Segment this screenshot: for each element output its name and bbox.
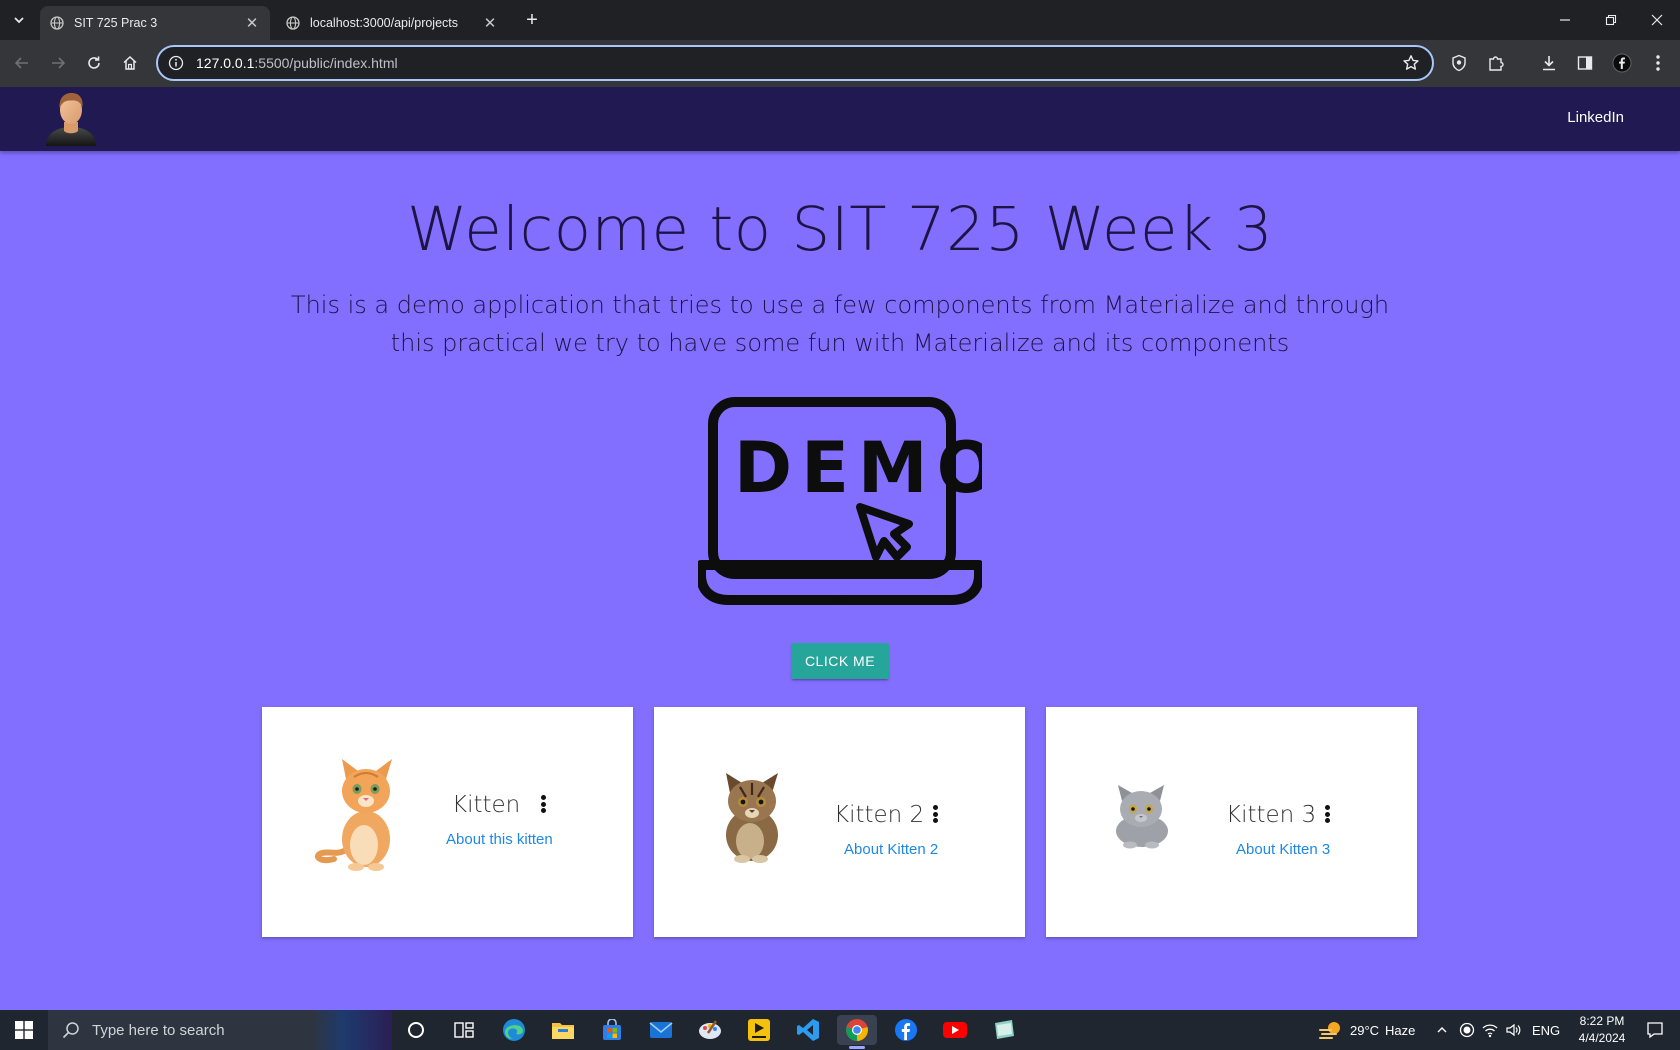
weather-temp: 29°C bbox=[1350, 1022, 1380, 1038]
facebook-icon[interactable] bbox=[886, 1015, 926, 1045]
windows-logo-icon bbox=[15, 1021, 33, 1039]
page-subtitle: This is a demo application that tries to… bbox=[290, 291, 1390, 357]
profile-avatar-icon[interactable] bbox=[1610, 51, 1634, 75]
card-title: Kitten bbox=[452, 792, 521, 818]
tab-close-icon[interactable]: ✕ bbox=[244, 14, 260, 32]
reload-button[interactable] bbox=[79, 48, 109, 78]
weather-desc: Haze bbox=[1385, 1022, 1416, 1038]
site-info-icon[interactable] bbox=[168, 55, 184, 71]
card-title: Kitten 2 bbox=[834, 802, 925, 828]
tab-title: localhost:3000/api/projects bbox=[310, 16, 459, 30]
minimize-button[interactable] bbox=[1542, 0, 1588, 40]
card-more-icon[interactable] bbox=[537, 792, 549, 816]
address-bar[interactable]: 127.0.0.1:5500/public/index.html bbox=[156, 45, 1434, 81]
kitten-card-3: Kitten 3 About Kitten 3 bbox=[1046, 707, 1417, 937]
search-highlight-image bbox=[312, 1010, 392, 1050]
search-placeholder: Type here to search bbox=[92, 1021, 225, 1039]
globe-icon bbox=[50, 16, 64, 30]
forward-button[interactable] bbox=[43, 48, 73, 78]
kitten-card-1: Kitten About this kitten bbox=[262, 707, 633, 937]
media-player-icon[interactable] bbox=[739, 1015, 779, 1045]
home-button[interactable] bbox=[115, 48, 145, 78]
url-host: 127.0.0.1 bbox=[196, 55, 255, 71]
search-icon bbox=[62, 1021, 80, 1039]
tab-title: SIT 725 Prac 3 bbox=[74, 16, 158, 30]
clock-date: 4/4/2024 bbox=[1578, 1031, 1626, 1045]
tab-api-projects[interactable]: localhost:3000/api/projects ✕ bbox=[276, 6, 508, 40]
haze-weather-icon bbox=[1319, 1022, 1340, 1039]
file-explorer-icon[interactable] bbox=[543, 1015, 583, 1045]
side-panel-icon[interactable] bbox=[1573, 51, 1597, 75]
extensions-puzzle-icon[interactable] bbox=[1484, 51, 1508, 75]
card-link[interactable]: About Kitten 3 bbox=[1236, 841, 1330, 858]
microsoft-store-icon[interactable] bbox=[592, 1015, 632, 1045]
restore-button[interactable] bbox=[1588, 0, 1634, 40]
language-indicator[interactable]: ENG bbox=[1532, 1010, 1560, 1050]
mail-icon[interactable] bbox=[641, 1015, 681, 1045]
volume-icon[interactable] bbox=[1505, 1010, 1521, 1050]
cortana-icon[interactable] bbox=[396, 1015, 436, 1045]
kitten-image-tabby bbox=[712, 773, 792, 863]
card-title: Kitten 3 bbox=[1226, 802, 1317, 828]
card-link[interactable]: About Kitten 2 bbox=[844, 841, 938, 858]
download-icon[interactable] bbox=[1537, 51, 1561, 75]
chrome-icon[interactable] bbox=[837, 1015, 877, 1049]
notifications-icon[interactable] bbox=[1646, 1010, 1664, 1050]
show-hidden-icons-chevron[interactable] bbox=[1436, 1010, 1448, 1050]
url-text: 127.0.0.1:5500/public/index.html bbox=[196, 55, 1400, 71]
bookmark-star-icon[interactable] bbox=[1400, 52, 1422, 74]
notes-app-icon[interactable] bbox=[984, 1015, 1024, 1045]
menu-kebab-icon[interactable] bbox=[1646, 51, 1670, 75]
site-navbar: LinkedIn bbox=[0, 87, 1680, 151]
card-link[interactable]: About this kitten bbox=[446, 831, 553, 848]
windows-taskbar: Type here to search 29°C Haze ENG 8:22 P… bbox=[0, 1010, 1680, 1050]
tab-search-icon[interactable] bbox=[8, 9, 30, 31]
weather-widget[interactable]: 29°C Haze bbox=[1318, 1010, 1415, 1050]
clock-time: 8:22 PM bbox=[1579, 1014, 1625, 1028]
tab-close-icon[interactable]: ✕ bbox=[482, 14, 498, 32]
taskbar-search[interactable]: Type here to search bbox=[48, 1010, 392, 1050]
click-me-button[interactable]: CLICK ME bbox=[791, 643, 889, 679]
url-path: :5500/public/index.html bbox=[254, 55, 398, 71]
browser-toolbar: 127.0.0.1:5500/public/index.html bbox=[0, 40, 1680, 87]
tab-strip: SIT 725 Prac 3 ✕ localhost:3000/api/proj… bbox=[0, 0, 1680, 40]
linkedin-link[interactable]: LinkedIn bbox=[1567, 109, 1624, 126]
shield-extension-icon[interactable] bbox=[1447, 51, 1471, 75]
network-icon[interactable] bbox=[1482, 1010, 1498, 1050]
back-button[interactable] bbox=[7, 48, 37, 78]
start-button[interactable] bbox=[0, 1010, 48, 1050]
kitten-card-2: Kitten 2 About Kitten 2 bbox=[654, 707, 1025, 937]
page-title: Welcome to SIT 725 Week 3 bbox=[406, 194, 1274, 265]
demo-text: DEMO bbox=[734, 427, 982, 509]
kitten-image-grey bbox=[1108, 783, 1174, 849]
kitten-image-orange bbox=[314, 759, 412, 871]
tab-sit725[interactable]: SIT 725 Prac 3 ✕ bbox=[40, 6, 270, 40]
youtube-icon[interactable] bbox=[935, 1015, 975, 1045]
globe-icon bbox=[286, 16, 300, 30]
card-more-icon[interactable] bbox=[1321, 802, 1333, 826]
paint-app-icon[interactable] bbox=[690, 1015, 730, 1045]
card-more-icon[interactable] bbox=[929, 802, 941, 826]
task-view-icon[interactable] bbox=[444, 1015, 484, 1045]
edge-browser-icon[interactable] bbox=[494, 1015, 534, 1045]
taskbar-clock[interactable]: 8:22 PM 4/4/2024 bbox=[1566, 1013, 1638, 1047]
vscode-icon[interactable] bbox=[788, 1015, 828, 1045]
new-tab-button[interactable]: + bbox=[520, 8, 544, 32]
close-window-button[interactable] bbox=[1634, 0, 1680, 40]
page-viewport: LinkedIn Welcome to SIT 725 Week 3 This … bbox=[0, 87, 1680, 1010]
user-avatar-logo[interactable] bbox=[42, 90, 100, 146]
demo-laptop-image: DEMO bbox=[696, 397, 996, 607]
record-icon[interactable] bbox=[1459, 1010, 1475, 1050]
